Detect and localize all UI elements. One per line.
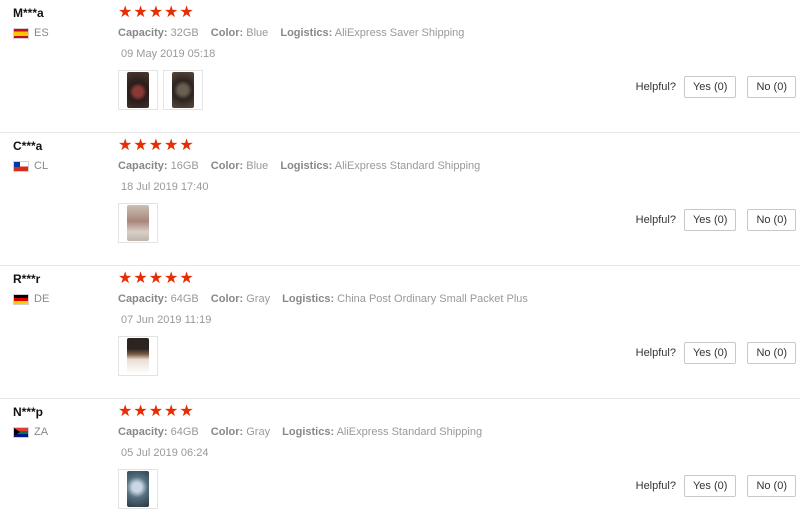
reviewer-name: R***r	[13, 272, 41, 286]
color-label: Color:	[210, 27, 244, 39]
review-attributes: Capacity: 64GB Color: Gray Logistics: Ch…	[118, 293, 537, 305]
capacity-value: 16GB	[170, 160, 199, 172]
review-photo-thumbnail[interactable]	[118, 70, 158, 110]
star-rating: ★★★★★	[118, 403, 195, 420]
review-photo-thumbnail[interactable]	[118, 203, 158, 243]
review-photo-thumbnail[interactable]	[118, 469, 158, 509]
capacity-label: Capacity:	[118, 160, 168, 172]
star-rating: ★★★★★	[118, 4, 195, 21]
review-item: R***r DE ★★★★★ Capacity: 64GB Color: Gra…	[0, 266, 800, 399]
helpful-vote: Helpful? Yes (0) No (0)	[636, 209, 796, 231]
capacity-value: 64GB	[170, 293, 199, 305]
color-label: Color:	[210, 426, 244, 438]
reviewer-country: DE	[13, 293, 49, 305]
capacity-label: Capacity:	[118, 27, 168, 39]
color-value: Blue	[246, 160, 269, 172]
helpful-label: Helpful?	[635, 214, 676, 226]
review-date: 07 Jun 2019 11:19	[121, 314, 212, 326]
country-code: ZA	[34, 426, 49, 438]
country-code: DE	[34, 293, 50, 305]
logistics-label: Logistics:	[282, 293, 335, 305]
helpful-vote: Helpful? Yes (0) No (0)	[636, 76, 796, 98]
review-item: N***p ZA ★★★★★ Capacity: 64GB Color: Gra…	[0, 399, 800, 532]
logistics-label: Logistics:	[280, 160, 333, 172]
capacity-label: Capacity:	[118, 293, 168, 305]
helpful-no-button[interactable]: No (0)	[747, 76, 796, 98]
helpful-label: Helpful?	[635, 480, 676, 492]
reviewer-name: C***a	[13, 139, 43, 153]
helpful-label: Helpful?	[635, 347, 676, 359]
logistics-value: China Post Ordinary Small Packet Plus	[337, 293, 528, 305]
helpful-yes-button[interactable]: Yes (0)	[683, 342, 737, 364]
color-label: Color:	[210, 293, 244, 305]
capacity-value: 64GB	[170, 426, 199, 438]
star-rating: ★★★★★	[118, 270, 195, 287]
review-photos	[118, 336, 158, 376]
logistics-label: Logistics:	[280, 27, 333, 39]
color-value: Gray	[246, 426, 271, 438]
reviewer-name: M***a	[13, 6, 44, 20]
reviewer-name: N***p	[13, 405, 44, 419]
review-photo-thumbnail[interactable]	[118, 336, 158, 376]
review-photos	[118, 70, 203, 110]
helpful-vote: Helpful? Yes (0) No (0)	[636, 475, 796, 497]
helpful-yes-button[interactable]: Yes (0)	[683, 475, 737, 497]
flag-za-icon	[13, 426, 29, 438]
review-attributes: Capacity: 16GB Color: Blue Logistics: Al…	[118, 160, 489, 172]
helpful-yes-button[interactable]: Yes (0)	[683, 209, 737, 231]
helpful-no-button[interactable]: No (0)	[747, 209, 796, 231]
helpful-yes-button[interactable]: Yes (0)	[683, 76, 737, 98]
color-value: Blue	[246, 27, 269, 39]
reviewer-country: CL	[13, 160, 48, 172]
logistics-value: AliExpress Standard Shipping	[334, 160, 481, 172]
country-code: ES	[34, 27, 49, 39]
reviewer-country: ES	[13, 27, 49, 39]
review-date: 18 Jul 2019 17:40	[121, 181, 209, 193]
reviewer-country: ZA	[13, 426, 48, 438]
helpful-no-button[interactable]: No (0)	[747, 475, 796, 497]
review-attributes: Capacity: 64GB Color: Gray Logistics: Al…	[118, 426, 491, 438]
capacity-label: Capacity:	[118, 426, 168, 438]
helpful-no-button[interactable]: No (0)	[747, 342, 796, 364]
helpful-vote: Helpful? Yes (0) No (0)	[636, 342, 796, 364]
capacity-value: 32GB	[170, 27, 199, 39]
review-attributes: Capacity: 32GB Color: Blue Logistics: Al…	[118, 27, 473, 39]
review-date: 05 Jul 2019 06:24	[121, 447, 209, 459]
flag-es-icon	[13, 27, 29, 39]
review-item: C***a CL ★★★★★ Capacity: 16GB Color: Blu…	[0, 133, 800, 266]
logistics-label: Logistics:	[282, 426, 335, 438]
logistics-value: AliExpress Saver Shipping	[334, 27, 465, 39]
flag-de-icon	[13, 293, 29, 305]
review-date: 09 May 2019 05:18	[121, 48, 216, 60]
review-photo-thumbnail[interactable]	[163, 70, 203, 110]
review-photos	[118, 469, 158, 509]
star-rating: ★★★★★	[118, 137, 195, 154]
country-code: CL	[34, 160, 49, 172]
review-photos	[118, 203, 158, 243]
color-label: Color:	[210, 160, 244, 172]
flag-cl-icon	[13, 160, 29, 172]
helpful-label: Helpful?	[635, 81, 676, 93]
color-value: Gray	[246, 293, 271, 305]
review-item: M***a ES ★★★★★ Capacity: 32GB Color: Blu…	[0, 0, 800, 133]
logistics-value: AliExpress Standard Shipping	[336, 426, 483, 438]
